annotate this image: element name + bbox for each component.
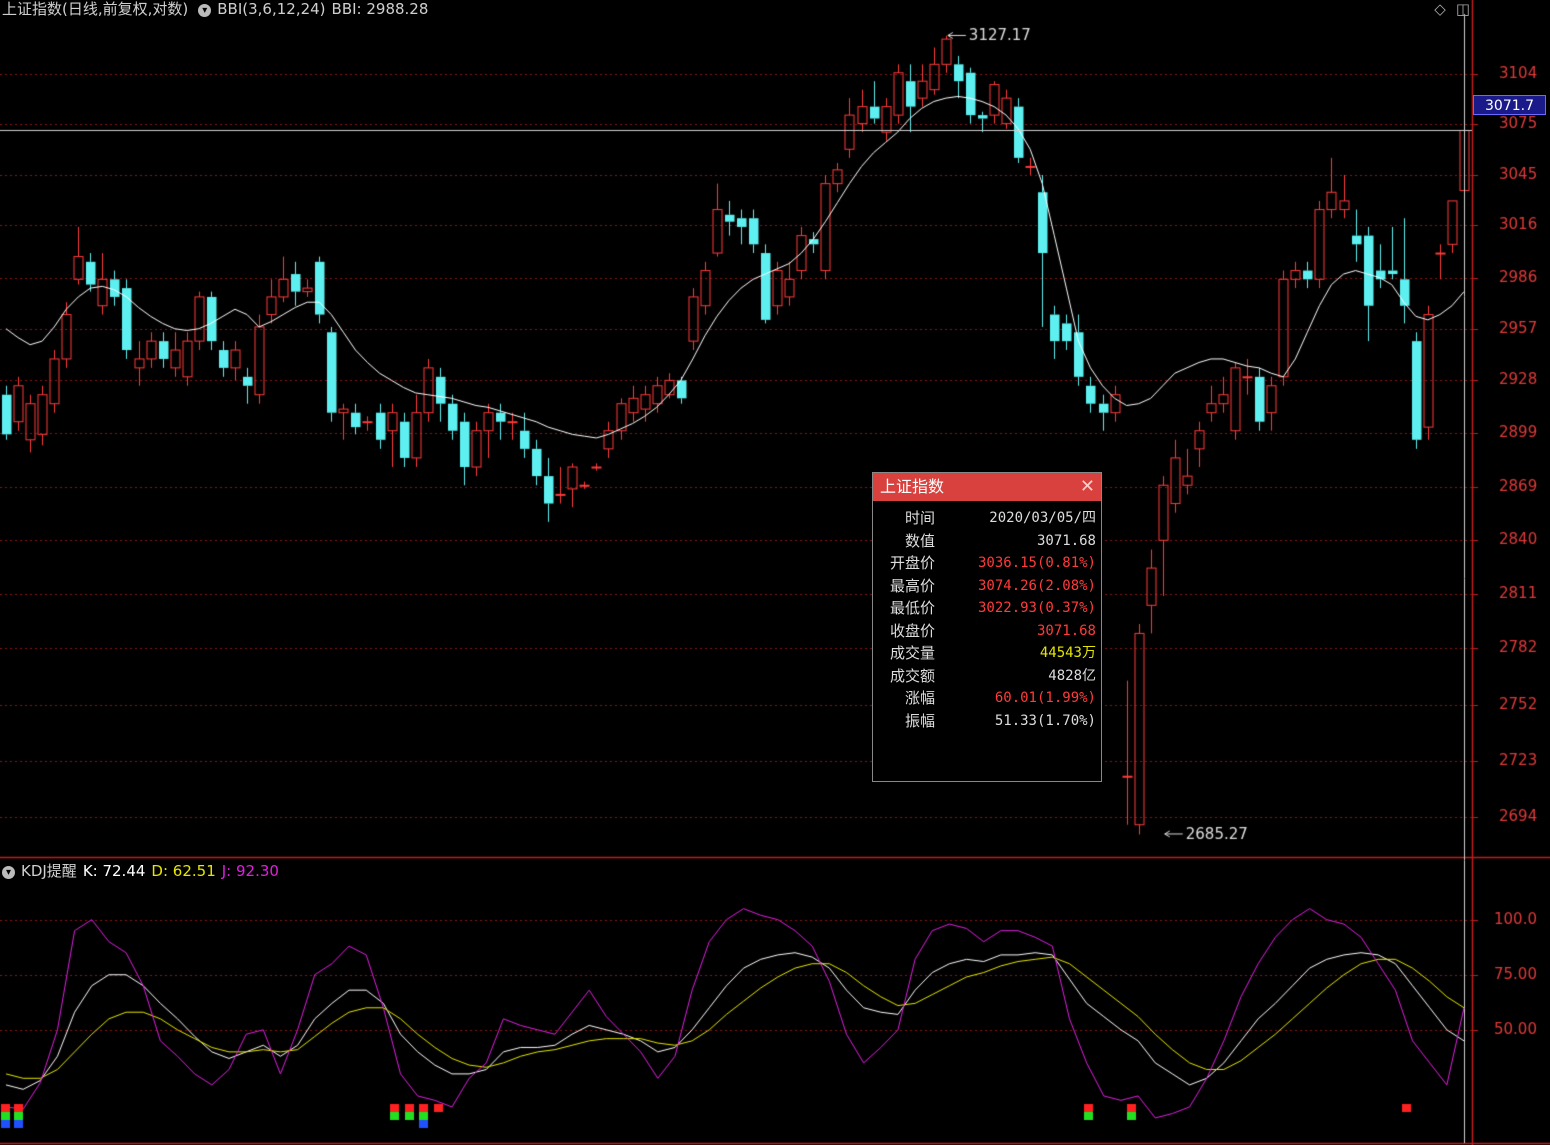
popup-row-value: 3036.15(0.81%) (977, 555, 1096, 571)
kdj-j-value: J: 92.30 (221, 862, 279, 880)
popup-row-value: 60.01(1.99%) (994, 690, 1096, 706)
chevron-down-icon[interactable]: ▾ (2, 866, 15, 879)
kdj-k-value: K: 72.44 (82, 862, 146, 880)
popup-row-label: 涨幅 (904, 689, 935, 707)
popup-row-label: 成交量 (889, 644, 935, 662)
popup-row: 数值 3071.68 (873, 530, 1101, 553)
popup-row-label: 数值 (904, 531, 935, 550)
popup-row-value: 51.33(1.70%) (994, 712, 1096, 729)
popup-row-label: 成交额 (889, 666, 935, 685)
quote-popup[interactable]: 上证指数 ✕ 时间 2020/03/05/四数值 3071.68 开盘价 3036.15… (872, 472, 1102, 782)
popup-row: 成交额 4828亿 (873, 665, 1101, 688)
popup-title: 上证指数 (880, 477, 945, 496)
popup-row-value: 3022.93(0.37%) (977, 600, 1096, 616)
popup-row-value: 3071.68 (1036, 532, 1096, 549)
popup-row: 涨幅 60.01(1.99%) (873, 687, 1101, 710)
popup-title-bar[interactable]: 上证指数 ✕ (873, 473, 1101, 501)
popup-row: 振幅 51.33(1.70%) (873, 710, 1101, 733)
kdj-name: KDJ提醒 (21, 862, 77, 880)
chart-header: 上证指数(日线,前复权,对数) ▾ BBI(3,6,12,24) BBI: 2988.… (2, 0, 434, 19)
popup-table: 时间 2020/03/05/四数值 3071.68 开盘价 3036.15(0.81%)… (873, 507, 1101, 732)
indicator-name: BBI(3,6,12,24) (217, 0, 326, 18)
popup-row: 最高价 3074.26(2.08%) (873, 575, 1101, 598)
close-icon[interactable]: ✕ (1080, 473, 1095, 501)
indicator-value: BBI: 2988.28 (331, 0, 429, 18)
diamond-icon[interactable]: ◇ (1434, 0, 1446, 18)
popup-row: 收盘价 3071.68 (873, 620, 1101, 643)
window-icon[interactable]: ◫ (1456, 0, 1470, 18)
popup-row-label: 时间 (904, 509, 935, 527)
popup-row-label: 最低价 (889, 599, 935, 617)
popup-row-label: 开盘价 (889, 554, 935, 572)
popup-row: 时间 2020/03/05/四 (873, 507, 1101, 530)
popup-row-label: 收盘价 (889, 621, 935, 640)
window-controls: ◇ ◫ (1434, 0, 1470, 18)
popup-row-value: 44543万 (1039, 645, 1096, 661)
popup-row-value: 4828亿 (1048, 667, 1096, 684)
popup-row: 开盘价 3036.15(0.81%) (873, 552, 1101, 575)
kdj-d-value: D: 62.51 (151, 862, 216, 880)
popup-row-label: 振幅 (904, 711, 935, 730)
popup-row: 成交量 44543万 (873, 642, 1101, 665)
chart-title: 上证指数(日线,前复权,对数) (2, 0, 189, 18)
popup-row: 最低价 3022.93(0.37%) (873, 597, 1101, 620)
kline-chart[interactable] (0, 0, 1550, 1145)
popup-row-label: 最高价 (889, 576, 935, 595)
popup-row-value: 3074.26(2.08%) (977, 577, 1096, 594)
kdj-header: ▾ KDJ提醒 K: 72.44 D: 62.51 J: 92.30 (2, 860, 285, 881)
current-price-label: 3071.7 (1473, 95, 1546, 115)
chevron-down-icon[interactable]: ▾ (198, 4, 212, 17)
popup-row-value: 2020/03/05/四 (989, 510, 1096, 526)
popup-row-value: 3071.68 (1036, 622, 1096, 639)
